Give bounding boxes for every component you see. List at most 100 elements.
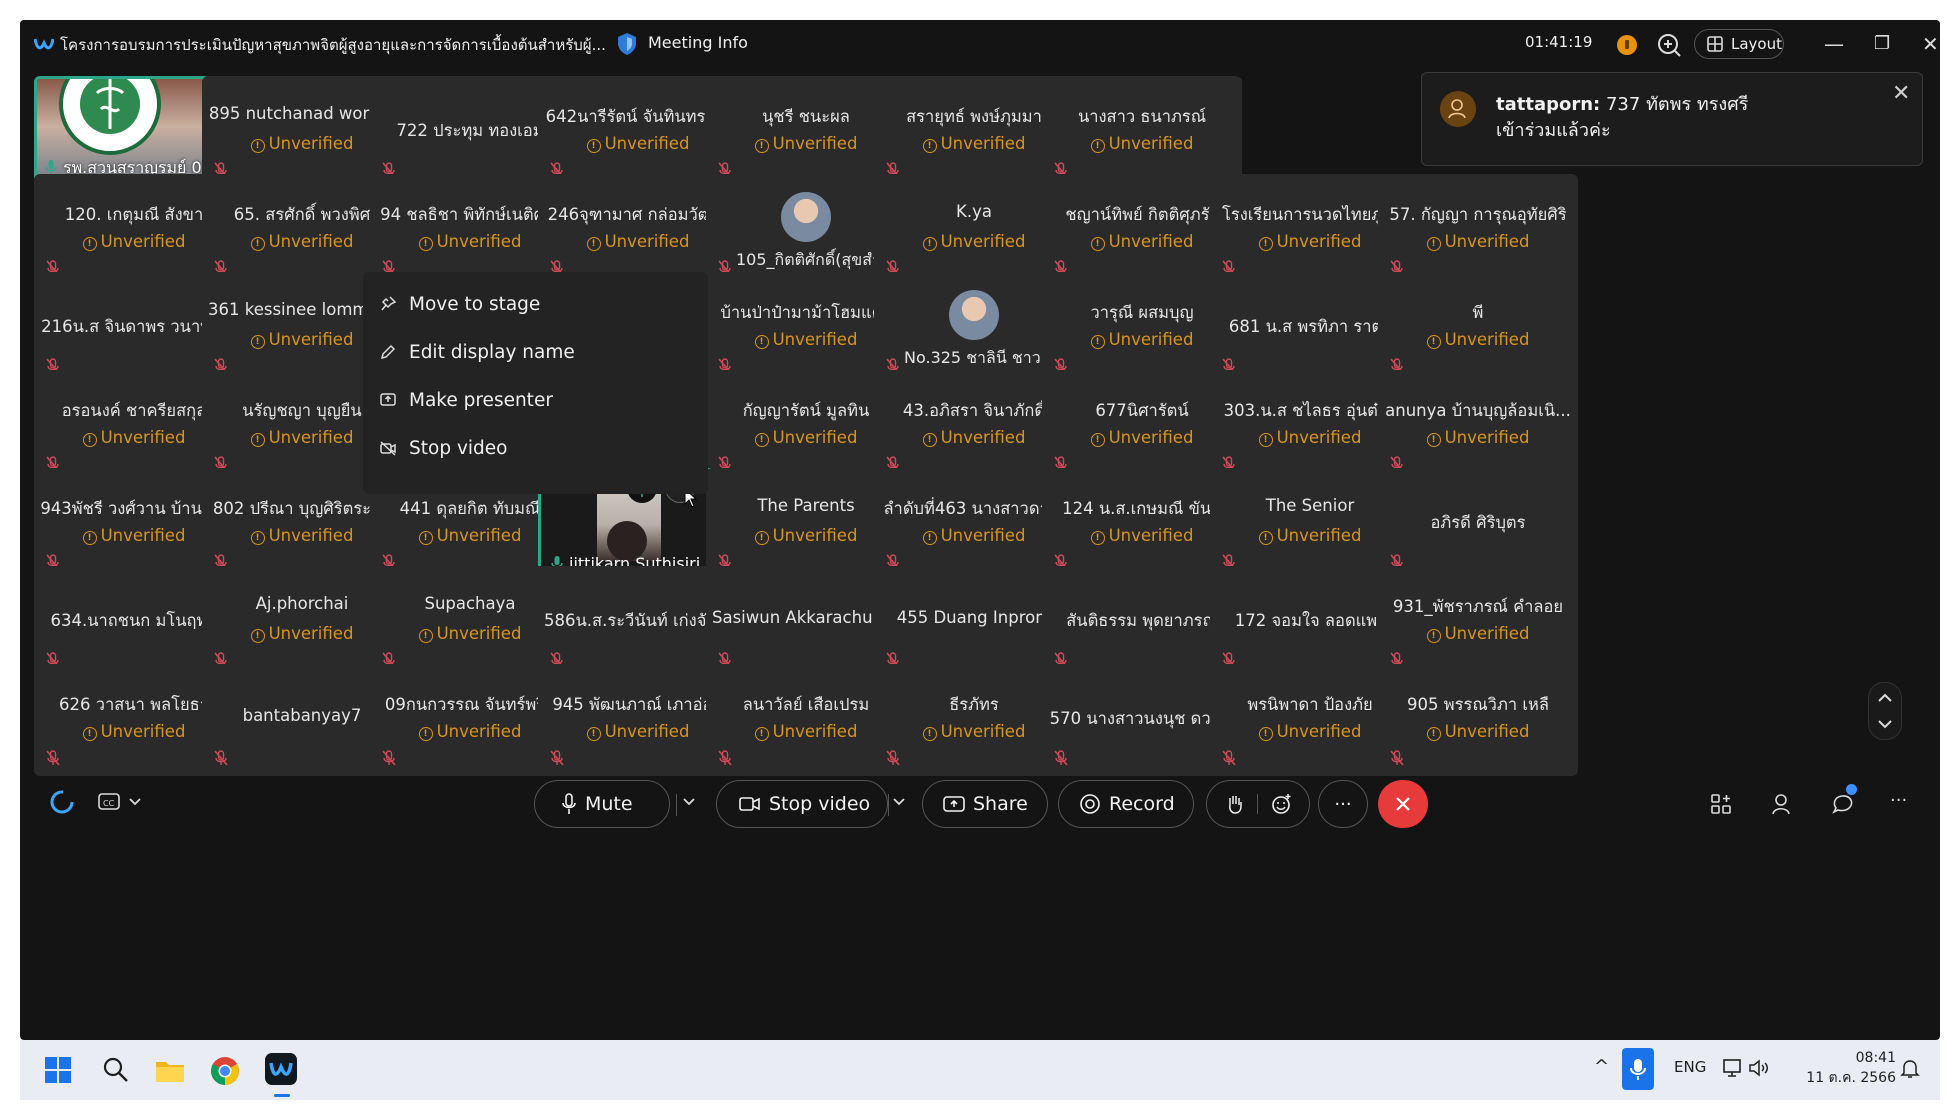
more-icon: ···	[1334, 793, 1352, 815]
layout-button[interactable]: Layout	[1694, 29, 1784, 59]
participant-name: 586น.ส.ระวีนันท์ เก่งจัน...	[544, 611, 732, 630]
participant-tile[interactable]: anunya บ้านบุญล้อมเนิ... ! Unverified	[1378, 370, 1578, 482]
participant-name: ชญาน์ทิพย์ กิตติศุภรัฐ	[1065, 205, 1219, 224]
webex-logo-icon	[34, 38, 54, 50]
webex-meeting-window: โครงการอบรมการประเมินปัญหาสุขภาพจิตผู้สู…	[20, 20, 1940, 1040]
unverified-icon: !	[1090, 139, 1105, 153]
participant-name: anunya บ้านบุญล้อมเนิ...	[1385, 401, 1571, 420]
participant-tile[interactable]: 57. กัญญา การุณอุทัยศิริ ! Unverified	[1378, 174, 1578, 286]
meeting-info-button[interactable]: Meeting Info	[648, 33, 748, 52]
network-health-icon[interactable]	[1617, 35, 1637, 55]
participant-tile[interactable]: พี ! Unverified	[1378, 272, 1578, 384]
ministry-of-public-health-seal	[59, 79, 161, 155]
unverified-icon: !	[922, 139, 937, 153]
chevron-down-icon[interactable]	[682, 797, 696, 807]
pencil-icon	[380, 344, 396, 360]
close-icon[interactable]: ✕	[1922, 32, 1939, 56]
restore-icon[interactable]: ❐	[1874, 32, 1890, 56]
chevron-down-icon[interactable]	[1869, 711, 1901, 737]
network-icon[interactable]	[1722, 1058, 1744, 1078]
unverified-icon: !	[922, 727, 937, 741]
zoom-icon[interactable]	[1656, 32, 1682, 58]
edit-display-name-item[interactable]: Edit display name	[379, 328, 575, 376]
more-panels-icon[interactable]: ···	[1890, 790, 1907, 811]
minimize-icon[interactable]: —	[1824, 32, 1844, 56]
webex-taskbar-icon[interactable]	[264, 1052, 298, 1086]
webex-assistant-icon[interactable]	[48, 788, 76, 816]
apps-icon[interactable]	[1710, 792, 1734, 816]
close-notification-icon[interactable]: ✕	[1892, 81, 1910, 106]
chevron-up-icon[interactable]: ^	[1594, 1056, 1609, 1077]
make-presenter-item[interactable]: Make presenter	[379, 376, 553, 424]
participant-name: The Senior	[1265, 496, 1355, 515]
chevron-down-icon[interactable]	[128, 797, 142, 807]
participants-icon[interactable]	[1770, 792, 1794, 816]
participant-name: Aj.phorchai	[255, 594, 349, 613]
microphone-in-use-icon[interactable]	[1622, 1048, 1654, 1090]
share-button[interactable]: Share	[922, 780, 1048, 828]
file-explorer-icon[interactable]	[154, 1056, 186, 1084]
participant-name: The Parents	[757, 496, 855, 515]
participant-name: 216น.ส จินดาพร วนาทั...	[41, 317, 227, 336]
unverified-icon: !	[1426, 629, 1441, 643]
participant-name: 94 ชลธิชา พิทักษ์เนติศ...	[380, 205, 560, 224]
participant-name: 642นารีรัตน์ จันทินทรา...	[545, 107, 731, 126]
participant-name: 802 ปรีณา บุญศิริตระกูล	[212, 499, 392, 518]
raise-hand-icon[interactable]	[1225, 793, 1245, 815]
presenter-icon	[380, 393, 396, 406]
chevron-down-icon[interactable]	[892, 797, 906, 807]
unverified-icon: !	[250, 531, 265, 545]
participant-name: อภิรดี ศิริบุตร	[1430, 513, 1526, 532]
participant-name: bantabanyay7	[242, 706, 362, 725]
search-icon[interactable]	[102, 1056, 130, 1084]
participant-icon	[1440, 91, 1476, 127]
unverified-icon: !	[586, 237, 601, 251]
captions-icon[interactable]: CC	[98, 792, 122, 812]
close-icon	[1396, 797, 1410, 811]
unverified-icon: !	[754, 335, 769, 349]
participant-name: ลำดับที่463 นางสาวดา...	[883, 499, 1065, 518]
shield-icon[interactable]	[616, 32, 638, 56]
share-icon	[943, 796, 965, 812]
grid-icon	[1707, 36, 1723, 52]
unverified-icon: !	[754, 433, 769, 447]
end-meeting-button[interactable]	[1378, 780, 1428, 828]
unverified-icon: !	[1426, 727, 1441, 741]
unverified-icon: !	[250, 629, 265, 643]
notification-bell-icon[interactable]	[1900, 1058, 1920, 1080]
clock-time: 08:41	[1855, 1050, 1896, 1066]
unverified-icon: !	[418, 237, 433, 251]
participant-name: 677นิศารัตน์	[1095, 401, 1189, 420]
unverified-icon: !	[922, 433, 937, 447]
mute-button[interactable]: Mute	[534, 780, 670, 828]
chrome-icon[interactable]	[210, 1056, 240, 1086]
unverified-icon: !	[922, 531, 937, 545]
participant-name: 172 จอมใจ ลอดแพง	[1234, 611, 1386, 630]
input-language[interactable]: ENG	[1674, 1058, 1706, 1076]
participant-name: 895 nutchanad wora...	[208, 104, 396, 123]
grid-page-scroller[interactable]	[1868, 682, 1902, 740]
emoji-reaction-icon[interactable]	[1270, 793, 1292, 815]
unverified-icon: !	[1090, 237, 1105, 251]
taskbar-clock[interactable]: 08:41 11 ต.ค. 2566	[1800, 1048, 1896, 1088]
unverified-icon: !	[1258, 727, 1273, 741]
unverified-badge: ! Unverified	[1378, 330, 1578, 349]
participant-tile[interactable]: อภิรดี ศิริบุตร	[1378, 468, 1578, 580]
unverified-icon: !	[1090, 335, 1105, 349]
record-label: Record	[1109, 793, 1175, 815]
chevron-up-icon[interactable]	[1869, 685, 1901, 711]
record-button[interactable]: Record	[1058, 780, 1194, 828]
participant-name: กัญญารัตน์ มูลทิน	[742, 401, 870, 420]
windows-start-icon[interactable]	[44, 1056, 72, 1084]
participant-tile[interactable]: นางสาว ธนาภรณ์ ! Unverified	[1042, 76, 1242, 188]
chat-icon[interactable]	[1830, 792, 1856, 816]
video-off-icon	[380, 441, 396, 456]
participant-name: 945 พัฒนภาณ์ เภาอ่อน	[552, 695, 724, 714]
more-options-button[interactable]: ···	[1318, 780, 1368, 828]
participant-name: โรงเรียนการนวดไทยภู...	[1221, 205, 1399, 224]
stop-video-item[interactable]: Stop video	[379, 424, 507, 472]
move-to-stage-item[interactable]: Move to stage	[379, 280, 540, 328]
stop-video-button[interactable]: Stop video	[716, 780, 888, 828]
volume-icon[interactable]	[1748, 1058, 1770, 1078]
participant-tile[interactable]: 931_พัชราภรณ์ คำลอย ! Unverified	[1378, 566, 1578, 678]
